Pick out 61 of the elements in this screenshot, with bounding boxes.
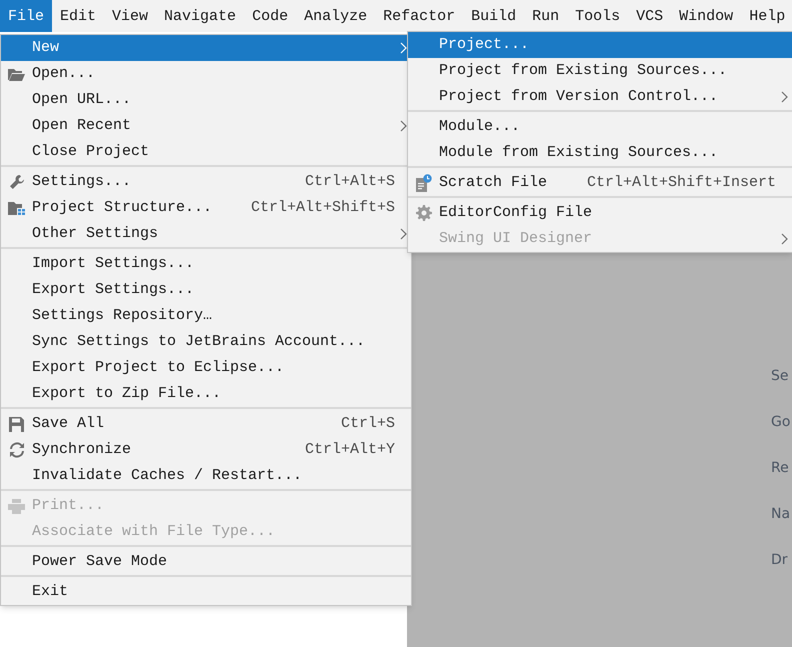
menu-item[interactable]: Power Save Mode <box>1 549 411 575</box>
editor-hint-text: Dr <box>771 550 788 570</box>
menu-bar-item[interactable]: View <box>104 0 156 34</box>
editor-hint-text: Na <box>771 504 790 524</box>
menu-item[interactable]: Settings Repository… <box>1 303 411 329</box>
scratch-file-icon <box>415 174 432 192</box>
editor-hint-text: Go <box>771 412 790 432</box>
menu-item[interactable]: Project from Existing Sources... <box>408 58 792 84</box>
menu-item[interactable]: Open URL... <box>1 87 411 113</box>
menu-item[interactable]: Import Settings... <box>1 251 411 277</box>
menu-item[interactable]: Sync Settings to JetBrains Account... <box>1 329 411 355</box>
folder-grid-icon <box>8 201 26 215</box>
menu-bar-item[interactable]: File <box>0 0 52 34</box>
printer-icon <box>8 498 25 514</box>
menu-item[interactable]: Scratch File Ctrl+Alt+Shift+Insert <box>408 170 792 196</box>
menu-bar-item[interactable]: Navigate <box>156 0 244 34</box>
shortcut-label: Ctrl+Alt+Shift+Insert <box>586 172 776 193</box>
menu-item[interactable]: Export to Zip File... <box>1 381 411 407</box>
shortcut-label: Ctrl+Alt+Y <box>304 440 395 460</box>
sync-icon <box>8 442 24 458</box>
menu-item[interactable]: Exit <box>1 579 411 605</box>
menu-bar-item[interactable]: VCS <box>628 0 672 34</box>
chevron-right-icon <box>400 120 406 132</box>
menu-item[interactable]: Open... <box>1 61 411 87</box>
menu-item[interactable]: Export Project to Eclipse... <box>1 355 411 381</box>
menu-item[interactable]: Close Project <box>1 139 411 165</box>
menu-item[interactable]: Other Settings <box>1 221 411 247</box>
menu-bar-item[interactable]: Help <box>741 0 792 34</box>
menu-bar-item[interactable]: Window <box>671 0 742 34</box>
menu-item[interactable]: Save All Ctrl+S <box>1 411 411 437</box>
chevron-right-icon <box>780 233 788 245</box>
menu-item[interactable]: EditorConfig File <box>408 200 792 226</box>
menu-bar-item[interactable]: Run <box>524 0 568 34</box>
editor-hint-text: Re <box>771 458 789 478</box>
menu-item[interactable]: Module... <box>408 114 792 140</box>
menu-bar-item[interactable]: Edit <box>52 0 104 34</box>
menu-bar-item[interactable]: Analyze <box>296 0 376 34</box>
menu-item[interactable]: Settings... Ctrl+Alt+S <box>1 169 411 195</box>
menu-item[interactable]: Project from Version Control... <box>408 84 792 110</box>
shortcut-label: Ctrl+Alt+Shift+S <box>250 198 395 218</box>
menu-item[interactable]: Module from Existing Sources... <box>408 140 792 166</box>
shortcut-label: Ctrl+S <box>340 414 395 434</box>
menu-item[interactable]: Project... <box>408 32 792 58</box>
shortcut-label: Ctrl+Alt+S <box>304 172 395 192</box>
menu-bar-item[interactable]: Refactor <box>375 0 464 34</box>
gear-icon <box>416 205 432 221</box>
menu-item[interactable]: Open Recent <box>1 113 411 139</box>
save-icon <box>9 416 24 432</box>
menu-item[interactable]: Project Structure... Ctrl+Alt+Shift+S <box>1 195 411 221</box>
menu-bar-item[interactable]: Code <box>244 0 296 34</box>
menu-item[interactable]: Invalidate Caches / Restart... <box>1 463 411 489</box>
menu-bar-item[interactable]: Build <box>463 0 524 34</box>
menu-item[interactable]: Export Settings... <box>1 277 411 303</box>
chevron-right-icon <box>400 228 406 240</box>
menu-item[interactable]: Synchronize Ctrl+Alt+Y <box>1 437 411 463</box>
chevron-right-icon <box>400 42 406 54</box>
wrench-icon <box>8 174 24 190</box>
editor-hint-text: Se <box>771 366 788 386</box>
menu-bar-item[interactable]: Tools <box>567 0 628 34</box>
chevron-right-icon <box>780 91 788 103</box>
folder-icon <box>8 68 25 80</box>
